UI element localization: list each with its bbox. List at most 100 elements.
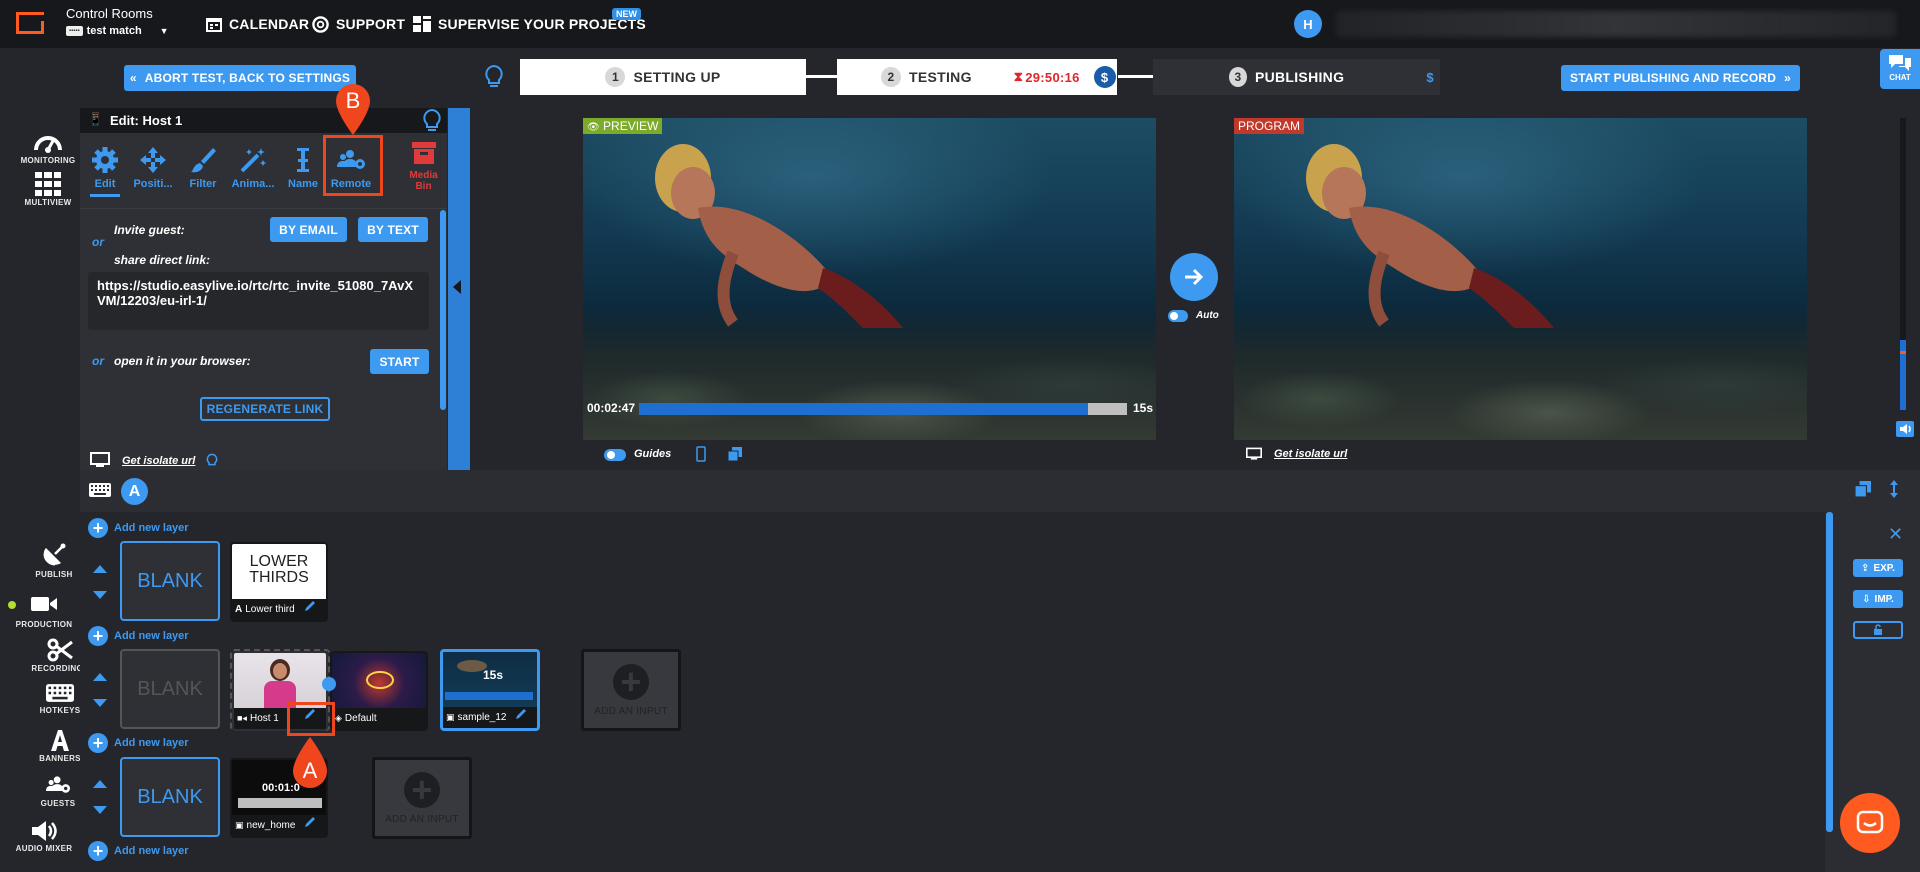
dollar-icon: $: [1420, 66, 1440, 88]
pencil-icon[interactable]: [303, 599, 317, 613]
scene-tab-a[interactable]: A: [121, 478, 148, 505]
start-publishing-button[interactable]: START PUBLISHING AND RECORD »: [1561, 65, 1800, 91]
regenerate-link-button[interactable]: REGENERATE LINK: [200, 397, 330, 421]
tool-filter[interactable]: Filter: [176, 146, 230, 190]
input-default[interactable]: ◈ Default: [330, 651, 428, 731]
arrow-right-icon: [1185, 268, 1204, 286]
plus-icon: +: [613, 663, 649, 700]
move-layer-up-icon[interactable]: [93, 780, 107, 788]
move-layer-up-icon[interactable]: [93, 673, 107, 681]
step-number: 2: [881, 67, 901, 87]
chat-button[interactable]: CHAT: [1880, 49, 1920, 89]
export-button[interactable]: ⇪ EXP.: [1853, 559, 1903, 577]
guides-toggle[interactable]: [604, 449, 626, 461]
direct-link-field[interactable]: https://studio.easylive.io/rtc/rtc_invit…: [88, 272, 429, 330]
abort-test-button[interactable]: « ABORT TEST, BACK TO SETTINGS: [124, 65, 356, 91]
mobile-icon[interactable]: [696, 446, 706, 462]
layers-scrollbar[interactable]: [1826, 512, 1833, 832]
user-avatar[interactable]: H: [1294, 10, 1322, 38]
export-label: EXP.: [1873, 562, 1895, 574]
preview-video[interactable]: 👁 PREVIEW 00:02:47 15s: [583, 118, 1156, 440]
add-layer-button[interactable]: + Add new layer: [88, 841, 189, 861]
nav-multiview[interactable]: MULTIVIEW: [8, 172, 88, 207]
help-chat-button[interactable]: [1840, 793, 1900, 853]
add-layer-label: Add new layer: [114, 737, 189, 749]
host-thumbnail: [234, 653, 326, 708]
blank-input[interactable]: BLANK: [120, 757, 220, 837]
or-label: or: [92, 235, 104, 249]
nav-support-label: SUPPORT: [336, 16, 406, 32]
dollar-icon: $: [1093, 66, 1116, 88]
pencil-icon[interactable]: [303, 707, 317, 721]
close-icon[interactable]: ✕: [1888, 524, 1903, 545]
blank-input[interactable]: BLANK: [120, 649, 220, 729]
move-layer-down-icon[interactable]: [93, 806, 107, 814]
nav-production[interactable]: PRODUCTION: [4, 594, 84, 629]
blank-input[interactable]: BLANK: [120, 541, 220, 621]
project-logo-icon: ▪▪▪▪▪: [66, 26, 83, 36]
step-setting-up[interactable]: 1 SETTING UP: [520, 59, 806, 95]
expand-vertical-icon[interactable]: [1889, 479, 1899, 499]
letter-a-icon: A: [235, 604, 243, 615]
test-timer: 29:50:16: [1025, 69, 1080, 85]
edit-panel-scrollbar[interactable]: [440, 210, 446, 410]
gear-icon[interactable]: [322, 677, 336, 691]
add-layer-button[interactable]: + Add new layer: [88, 518, 189, 538]
nav-monitoring-label: MONITORING: [20, 156, 76, 165]
app-logo-icon[interactable]: [12, 8, 48, 38]
tool-edit[interactable]: Edit: [78, 146, 132, 190]
nav-monitoring[interactable]: MONITORING: [8, 128, 88, 165]
nav-supervise[interactable]: SUPERVISE YOUR PROJECTS: [413, 0, 646, 48]
lightbulb-icon[interactable]: [484, 64, 504, 90]
move-layer-down-icon[interactable]: [93, 591, 107, 599]
project-selector[interactable]: ▪▪▪▪▪ test match ▼: [66, 25, 169, 37]
start-browser-button[interactable]: START: [370, 349, 429, 374]
copy-layers-icon[interactable]: [728, 447, 742, 461]
lightbulb-icon[interactable]: [206, 453, 218, 469]
pencil-icon[interactable]: [303, 815, 317, 829]
user-info-blurred: [1336, 11, 1896, 37]
collapse-panel-handle[interactable]: [448, 108, 470, 470]
video-camera-icon: [31, 597, 57, 611]
nav-audio-mixer[interactable]: AUDIO MIXER: [4, 820, 84, 853]
auto-toggle[interactable]: [1168, 310, 1188, 322]
nav-calendar[interactable]: CALENDAR: [206, 0, 309, 48]
nav-support[interactable]: SUPPORT: [312, 0, 405, 48]
import-button[interactable]: ⇩ IMP.: [1853, 590, 1903, 608]
step-label: PUBLISHING: [1254, 69, 1345, 85]
pencil-icon[interactable]: [514, 707, 528, 721]
lock-button[interactable]: [1853, 621, 1903, 639]
invite-by-email-button[interactable]: BY EMAIL: [270, 217, 347, 242]
program-isolate-url-link[interactable]: Get isolate url: [1274, 448, 1347, 460]
users-gear-icon: [46, 776, 70, 793]
share-link-label: share direct link:: [114, 253, 211, 267]
add-input-button[interactable]: + ADD AN INPUT: [581, 649, 681, 731]
invite-by-text-button[interactable]: BY TEXT: [358, 217, 428, 242]
tool-name[interactable]: Name: [276, 146, 330, 190]
step-publishing[interactable]: 3 PUBLISHING $: [1153, 59, 1440, 95]
move-layer-down-icon[interactable]: [93, 699, 107, 707]
start-publishing-label: START PUBLISHING AND RECORD: [1570, 71, 1777, 85]
take-transition-button[interactable]: [1170, 253, 1218, 301]
step-testing[interactable]: 2 TESTING ⧗ 29:50:16 $: [837, 59, 1117, 95]
move-layer-up-icon[interactable]: [93, 565, 107, 573]
monitor-icon: [90, 452, 110, 468]
audio-level-meter: [1900, 118, 1906, 410]
volume-icon[interactable]: [1896, 421, 1914, 437]
add-layer-button[interactable]: + Add new layer: [88, 626, 189, 646]
add-input-button[interactable]: + ADD AN INPUT: [372, 757, 472, 839]
tool-position[interactable]: Positi...: [126, 146, 180, 190]
lightbulb-icon[interactable]: [421, 108, 443, 134]
speedometer-icon: [34, 136, 62, 153]
annotation-marker-b: B: [334, 82, 372, 135]
add-layer-button[interactable]: + Add new layer: [88, 733, 189, 753]
media-bin-button[interactable]: Media Bin: [396, 140, 451, 192]
tool-animation[interactable]: Anima...: [226, 146, 280, 190]
copy-scene-icon[interactable]: [1855, 481, 1871, 497]
plus-icon: +: [88, 733, 108, 753]
sample-thumbnail: 15s: [443, 652, 537, 707]
preview-progress-track[interactable]: [639, 403, 1127, 415]
keyboard-icon[interactable]: [89, 483, 111, 497]
step-number: 3: [1229, 67, 1247, 87]
get-isolate-url-link[interactable]: Get isolate url: [122, 455, 195, 467]
